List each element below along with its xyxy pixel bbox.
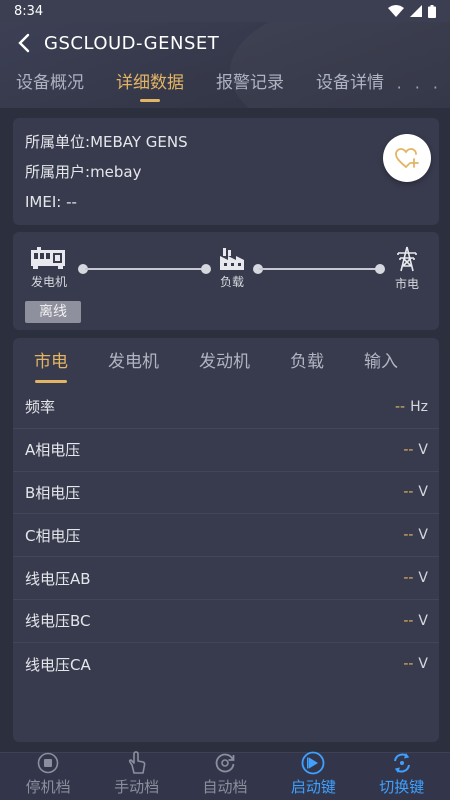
mains-label: 市电: [395, 277, 420, 291]
tab-device-overview[interactable]: 设备概况: [16, 70, 84, 108]
tab-device-details[interactable]: 设备详情: [316, 70, 384, 108]
status-time: 8:34: [14, 3, 44, 19]
auto-icon: [213, 751, 237, 775]
row-value: --: [403, 656, 414, 673]
favorite-button[interactable]: [383, 134, 431, 182]
detail-data-card: 市电 发电机 发动机 负载 输入 频率 -- Hz A相电压 -- V B相电压 -…: [13, 338, 439, 742]
subtab-generator[interactable]: 发电机: [108, 347, 159, 372]
play-icon: [301, 751, 325, 775]
control-bar: 停机档 手动档 自动档 启动键 切换键: [0, 751, 450, 800]
stop-icon: [36, 751, 60, 775]
row-label: 线电压AB: [25, 569, 91, 588]
manual-mode-button[interactable]: 手动档: [95, 751, 179, 797]
device-info-card: 所属单位:MEBAY GENS 所属用户:mebay IMEI: --: [13, 118, 439, 225]
sub-tab-bar: 市电 发电机 发动机 负载 输入: [13, 338, 439, 383]
imei-line: IMEI: --: [25, 190, 427, 220]
row-label: C相电压: [25, 526, 81, 545]
imei-label: IMEI:: [25, 193, 62, 211]
data-row-phase-c-voltage: C相电压 -- V: [13, 514, 439, 558]
back-arrow-icon[interactable]: [14, 33, 34, 53]
row-label: 线电压BC: [25, 612, 91, 631]
stop-mode-label: 停机档: [25, 778, 71, 796]
power-tower-icon: [397, 246, 417, 272]
subtab-input[interactable]: 输入: [364, 347, 398, 372]
tab-alarm-records[interactable]: 报警记录: [216, 70, 284, 108]
top-tab-bar: 设备概况 详细数据 报警记录 设备详情: [0, 70, 450, 108]
mains-node: 市电: [395, 246, 419, 292]
factory-icon: [220, 248, 244, 270]
generator-label: 发电机: [30, 275, 67, 289]
generator-icon: [31, 247, 65, 269]
row-label: B相电压: [25, 483, 81, 502]
generator-node: 发电机: [29, 246, 69, 290]
tab-detailed-data[interactable]: 详细数据: [116, 70, 184, 108]
row-unit: V: [418, 570, 428, 587]
stop-mode-button[interactable]: 停机档: [6, 751, 90, 797]
flow-dot: [201, 264, 211, 274]
hand-icon: [125, 751, 149, 775]
flow-dot: [375, 264, 385, 274]
row-label: A相电压: [25, 441, 81, 460]
start-button[interactable]: 启动键: [271, 751, 355, 797]
app-header: GSCLOUD-GENSET 设备概况 详细数据 报警记录 设备详情 · · ·: [0, 22, 450, 108]
data-row-frequency: 频率 -- Hz: [13, 386, 439, 429]
unit-line: 所属单位:MEBAY GENS: [25, 130, 427, 160]
start-label: 启动键: [290, 778, 336, 796]
row-value: --: [403, 527, 414, 544]
row-value: --: [403, 441, 414, 458]
user-line: 所属用户:mebay: [25, 160, 427, 190]
subtab-mains[interactable]: 市电: [34, 347, 68, 383]
flow-line: [85, 268, 205, 270]
data-row-line-voltage-ab: 线电压AB -- V: [13, 557, 439, 600]
load-label: 负载: [219, 275, 244, 289]
data-row-line-voltage-ca: 线电压CA -- V: [13, 643, 439, 686]
row-value: --: [403, 612, 414, 629]
row-unit: V: [418, 612, 428, 629]
row-unit: V: [418, 441, 428, 458]
subtab-engine[interactable]: 发动机: [199, 347, 250, 372]
row-value: --: [403, 484, 414, 501]
row-unit: Hz: [410, 398, 428, 415]
switch-label: 切换键: [379, 778, 425, 796]
flow-line: [259, 268, 377, 270]
row-label: 频率: [25, 398, 56, 417]
data-row-phase-b-voltage: B相电压 -- V: [13, 472, 439, 515]
power-flow-card: 发电机 负载 市电 离线: [13, 232, 439, 330]
auto-mode-button[interactable]: 自动档: [183, 751, 267, 797]
page-title: GSCLOUD-GENSET: [44, 32, 220, 54]
imei-value: --: [66, 193, 77, 211]
data-row-line-voltage-bc: 线电压BC -- V: [13, 600, 439, 643]
status-bar: 8:34: [0, 0, 450, 22]
unit-label: 所属单位:: [25, 133, 91, 151]
status-badge: 离线: [25, 301, 81, 323]
row-label: 线电压CA: [25, 655, 91, 674]
load-node: 负载: [219, 246, 245, 290]
row-unit: V: [418, 484, 428, 501]
more-tabs-icon[interactable]: · · ·: [397, 78, 442, 97]
wifi-icon: [388, 5, 404, 17]
manual-mode-label: 手动档: [114, 778, 160, 796]
row-unit: V: [418, 656, 428, 673]
signal-icon: [410, 5, 422, 17]
data-list: 频率 -- Hz A相电压 -- V B相电压 -- V C相电压 -- V 线电压AB…: [13, 386, 439, 686]
row-unit: V: [418, 527, 428, 544]
switch-icon: [390, 751, 414, 775]
auto-mode-label: 自动档: [202, 778, 248, 796]
row-value: --: [403, 570, 414, 587]
subtab-load[interactable]: 负载: [290, 347, 324, 372]
user-label: 所属用户:: [25, 163, 91, 181]
data-row-phase-a-voltage: A相电压 -- V: [13, 429, 439, 472]
battery-icon: [428, 4, 436, 18]
row-value: --: [395, 398, 406, 415]
heart-plus-icon: [395, 148, 419, 168]
unit-value: MEBAY GENS: [90, 133, 188, 151]
user-value: mebay: [90, 163, 142, 181]
switch-button[interactable]: 切换键: [360, 751, 444, 797]
